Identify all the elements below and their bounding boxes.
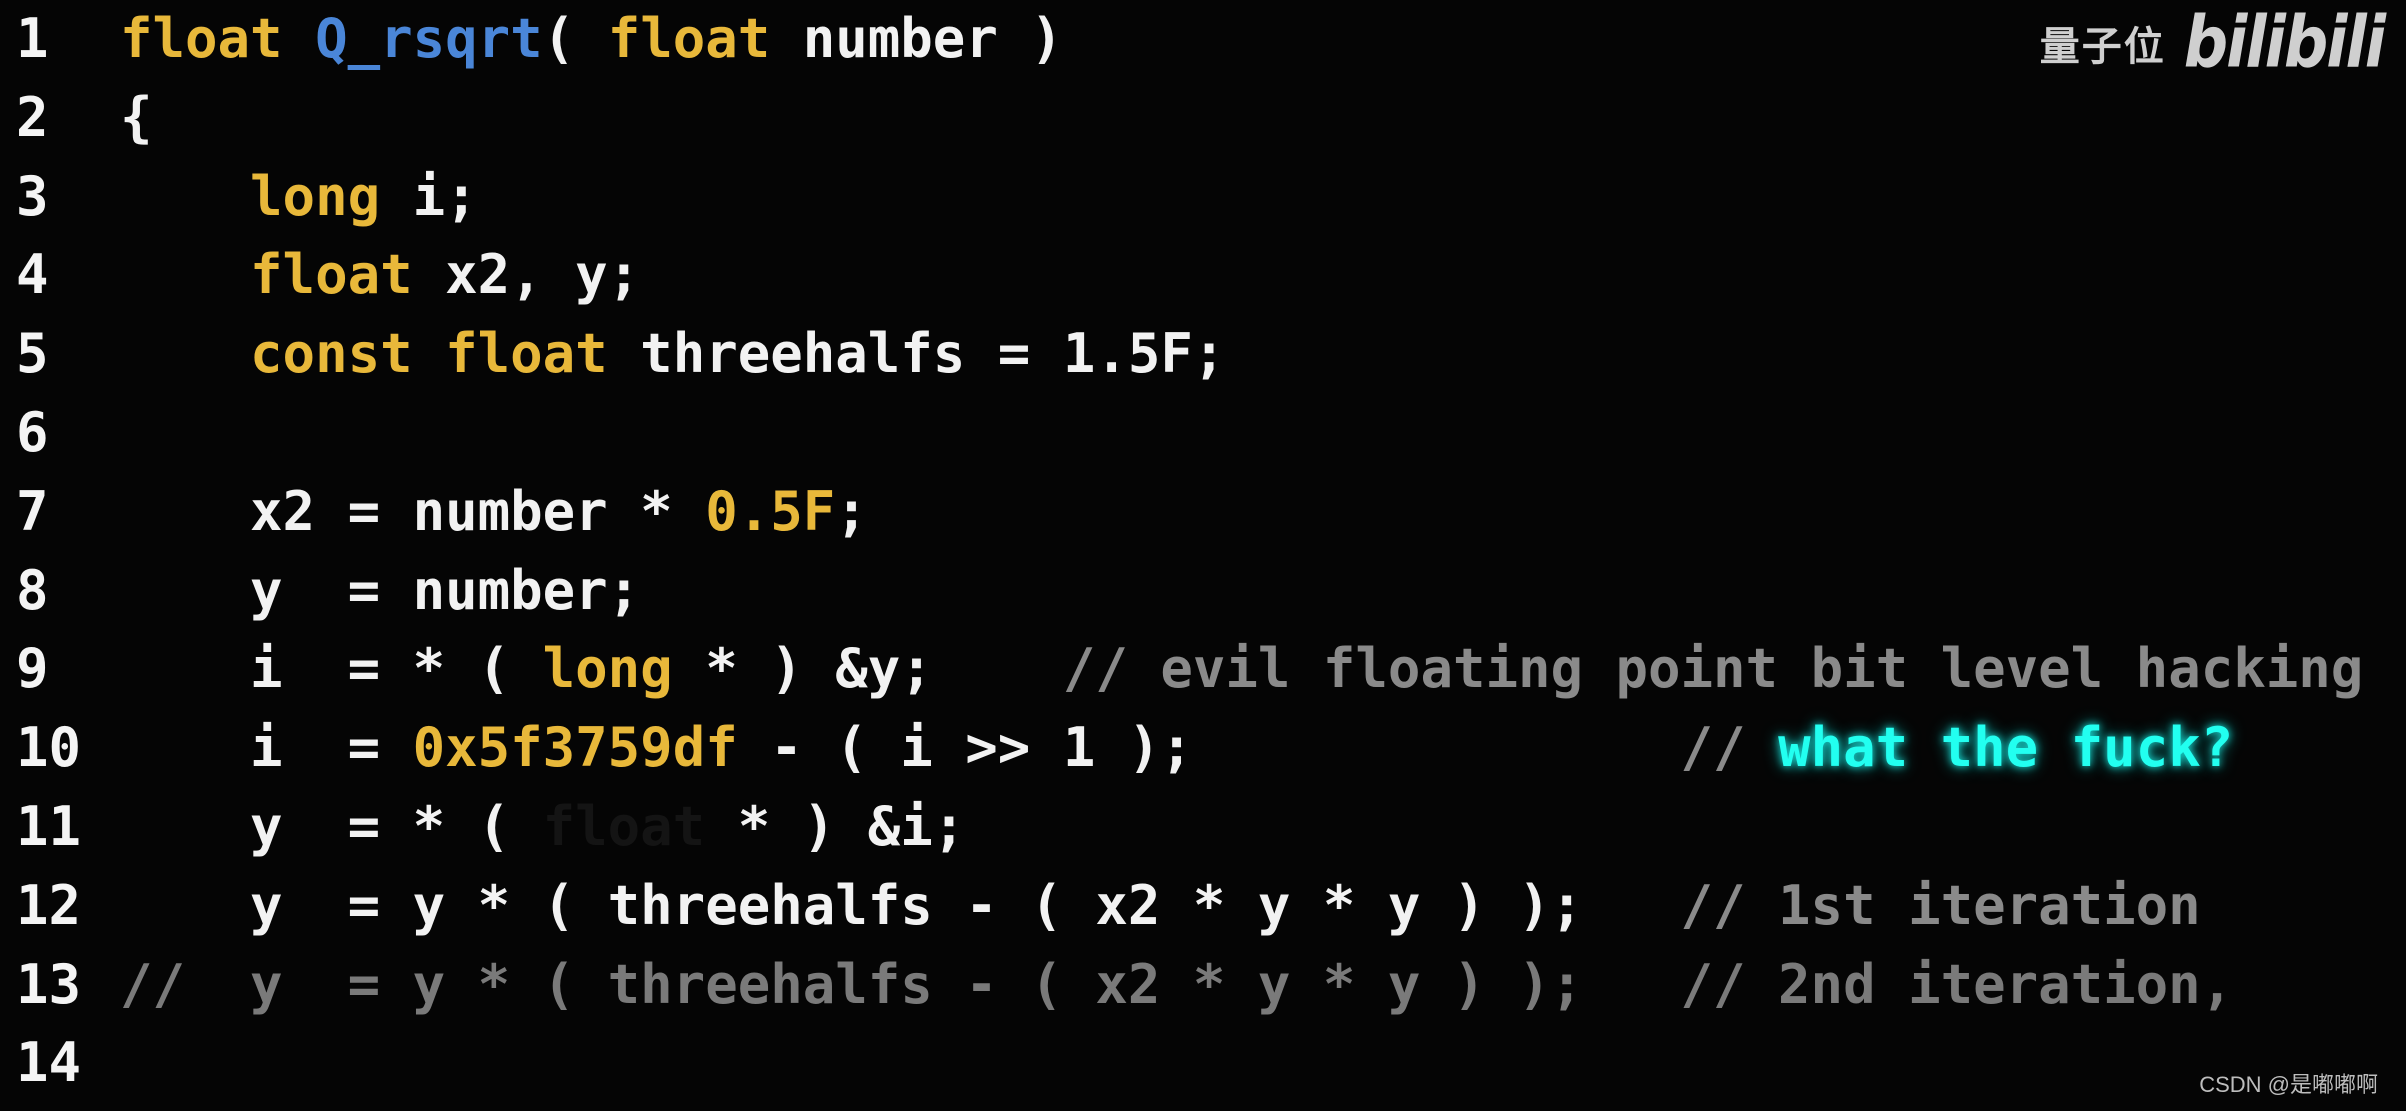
channel-name: 量子位 <box>2039 23 2166 70</box>
code-line: 3 long i; <box>0 158 2406 237</box>
code-text: y = number; <box>120 552 640 631</box>
token-kw: const float <box>250 322 608 386</box>
token-plain: y = * ( <box>120 794 543 858</box>
token-plain: number ) <box>770 7 1063 70</box>
token-plain: - ( i >> 1 ); <box>737 716 1681 780</box>
code-editor: 1 float Q_rsqrt( float number ) 2{3 long i… <box>0 0 2406 1103</box>
line-number: 14 <box>16 1031 82 1095</box>
code-line: 8 y = number; <box>0 552 2406 631</box>
line-number: 4 <box>16 243 49 307</box>
token-plain: i = * ( <box>120 637 543 701</box>
code-text: i = * ( long * ) &y; // evil floating po… <box>120 630 2363 709</box>
line-number: 9 <box>16 637 49 701</box>
token-plain: threehalfs = 1.5F; <box>607 322 1226 386</box>
token-glow: what the fuck? <box>1778 716 2234 780</box>
code-text: const float threehalfs = 1.5F; <box>120 315 1225 394</box>
token-comment: // evil floating point bit level hacking <box>1062 637 2364 701</box>
code-text: y = * ( float * ) &i; <box>120 788 965 867</box>
line-number: 10 <box>16 716 82 780</box>
bilibili-logo: bilibili <box>2183 0 2386 85</box>
token-plain: i = <box>120 716 413 780</box>
code-line: 5 const float threehalfs = 1.5F; <box>0 315 2406 394</box>
token-fn: Q_rsqrt <box>315 7 543 70</box>
line-number: 2 <box>16 85 49 149</box>
line-number: 11 <box>16 794 82 858</box>
token-kw: float <box>250 243 413 307</box>
token-kw: float <box>607 7 771 70</box>
watermark: 量子位 bilibili <box>2039 1 2386 85</box>
code-line: 12 y = y * ( threehalfs - ( x2 * y * y )… <box>0 867 2406 946</box>
token-plain: x2 = number * <box>120 479 706 543</box>
token-num: 0.5F <box>705 479 836 543</box>
credit-watermark: CSDN @是嘟嘟啊 <box>2199 1072 2378 1097</box>
token-plain: x2, y; <box>412 243 641 307</box>
token-comment: // 1st iteration <box>1680 873 2201 937</box>
code-line: 10 i = 0x5f3759df - ( i >> 1 ); // what … <box>0 709 2406 788</box>
code-line: 14 <box>0 1024 2406 1103</box>
line-number: 7 <box>16 479 49 543</box>
token-plain: * ) &i; <box>705 794 966 858</box>
code-line: 13 // y = y * ( threehalfs - ( x2 * y * y… <box>0 946 2406 1025</box>
line-number: 1 <box>16 7 49 70</box>
code-text: i = 0x5f3759df - ( i >> 1 ); // what the… <box>120 709 2233 788</box>
token-faded: // y = y * ( threehalfs - ( x2 * y * y )… <box>120 952 2234 1016</box>
token-plain: i; <box>380 164 478 228</box>
token-kw: long <box>250 164 381 228</box>
token-plain: * ) &y; <box>672 637 1063 701</box>
line-number: 12 <box>16 873 82 937</box>
code-line: 11 y = * ( float * ) &i; <box>0 788 2406 867</box>
line-number: 6 <box>16 400 49 464</box>
token-hidden: float <box>542 794 706 858</box>
code-text: float Q_rsqrt( float number ) <box>120 0 1063 79</box>
line-number: 8 <box>16 558 49 622</box>
code-text: x2 = number * 0.5F; <box>120 473 868 552</box>
token-plain: { <box>120 85 153 149</box>
token-comment: // <box>1680 716 1779 780</box>
token-kw: float <box>120 7 283 70</box>
token-plain: y = y * ( threehalfs - ( x2 * y * y ) ); <box>120 873 1681 937</box>
code-text: y = y * ( threehalfs - ( x2 * y * y ) );… <box>120 867 2201 946</box>
code-line: 9 i = * ( long * ) &y; // evil floating … <box>0 630 2406 709</box>
code-text: { <box>120 79 153 158</box>
code-text: // y = y * ( threehalfs - ( x2 * y * y )… <box>120 946 2233 1025</box>
token-plain: y = number; <box>120 558 641 622</box>
line-number: 13 <box>16 952 82 1016</box>
token-kw: long <box>542 637 673 701</box>
code-line: 2{ <box>0 79 2406 158</box>
code-text: long i; <box>120 158 478 237</box>
token-num: 0x5f3759df <box>412 716 738 780</box>
token-plain: ( <box>542 7 608 70</box>
line-number: 5 <box>16 322 49 386</box>
code-text: float x2, y; <box>120 236 640 315</box>
token-plain: ; <box>835 479 868 543</box>
line-number: 3 <box>16 164 49 228</box>
code-line: 6 <box>0 394 2406 473</box>
code-line: 4 float x2, y; <box>0 236 2406 315</box>
code-line: 7 x2 = number * 0.5F; <box>0 473 2406 552</box>
